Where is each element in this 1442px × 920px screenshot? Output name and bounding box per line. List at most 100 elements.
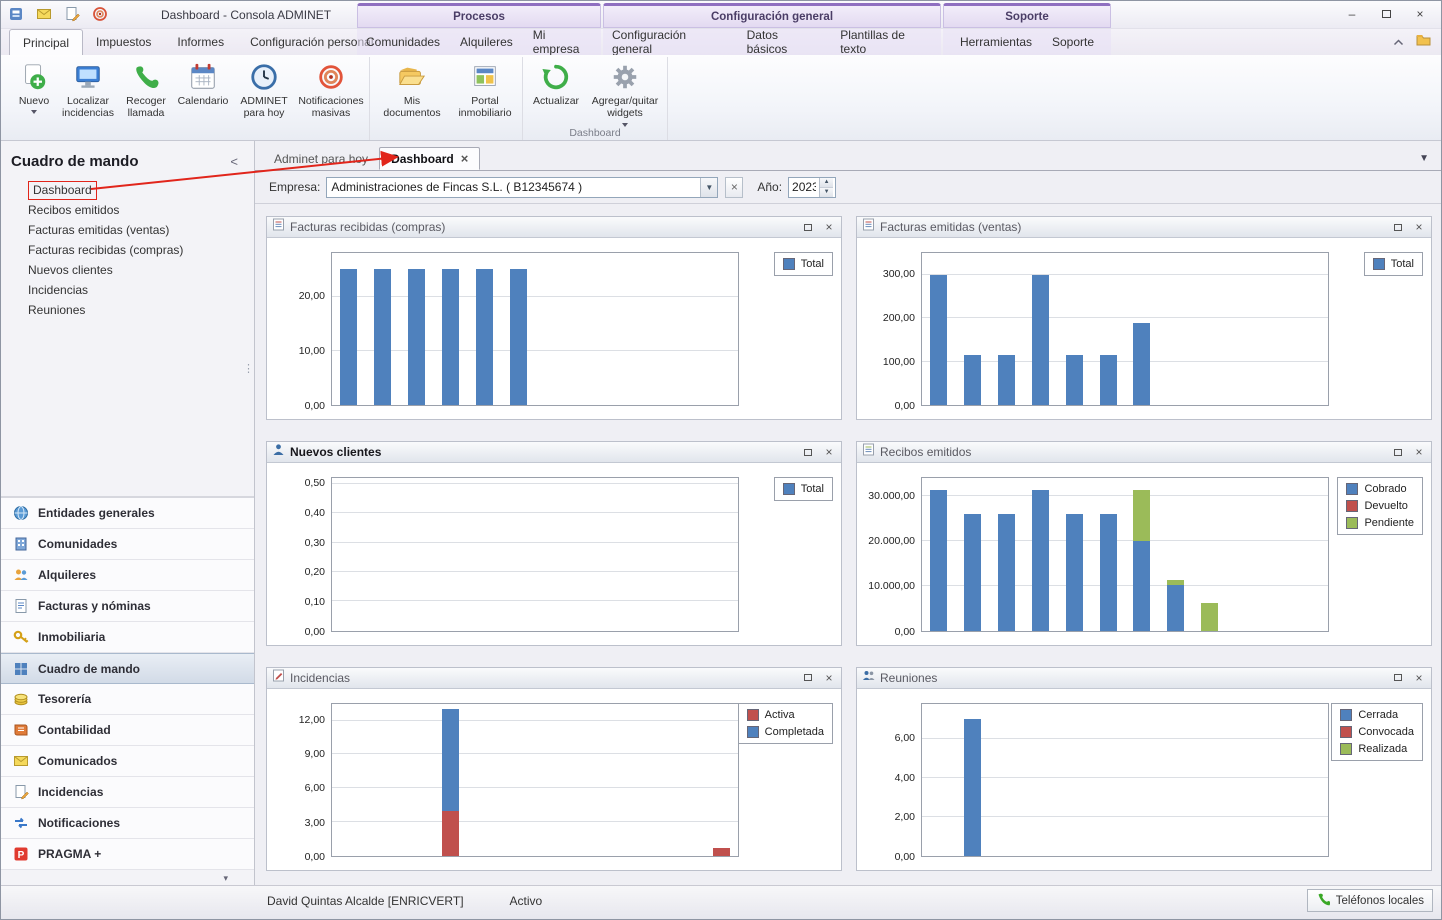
nav-item-entidades-generales[interactable]: Entidades generales xyxy=(1,498,254,529)
widget-header[interactable]: Incidencias × xyxy=(267,668,841,689)
close-widget-button[interactable]: × xyxy=(822,445,836,459)
maximize-widget-button[interactable] xyxy=(1391,445,1405,459)
close-widget-button[interactable]: × xyxy=(1412,671,1426,685)
calendar-icon xyxy=(188,62,218,92)
widget-header[interactable]: Nuevos clientes × xyxy=(267,442,841,463)
ribbon-tab-datos-basicos[interactable]: Datos básicos xyxy=(738,29,830,55)
nav-item-contabilidad[interactable]: Contabilidad xyxy=(1,715,254,746)
broadcast-icon[interactable] xyxy=(91,5,109,23)
minimize-button[interactable]: – xyxy=(1339,6,1365,22)
nav-item-comunicados[interactable]: Comunicados xyxy=(1,746,254,777)
svg-text:P: P xyxy=(18,850,25,861)
close-widget-button[interactable]: × xyxy=(1412,220,1426,234)
collapse-sidebar-button[interactable]: < xyxy=(230,154,246,169)
app-icon[interactable] xyxy=(7,5,25,23)
real-estate-portal-button[interactable]: Portal inmobiliario xyxy=(452,59,518,123)
close-tab-icon[interactable]: × xyxy=(461,152,469,165)
sidebar-item-recibos-emitidos[interactable]: Recibos emitidos xyxy=(28,200,254,220)
pickup-call-button[interactable]: Recoger llamada xyxy=(119,59,173,123)
ribbon-button-label: Calendario xyxy=(178,95,229,107)
collapse-ribbon-icon[interactable] xyxy=(1393,33,1404,51)
sidebar-item-incidencias[interactable]: Incidencias xyxy=(28,280,254,300)
empresa-clear-button[interactable]: × xyxy=(725,177,743,198)
new-button[interactable]: Nuevo xyxy=(11,59,57,120)
ribbon-tab-impuestos[interactable]: Impuestos xyxy=(83,29,164,55)
chart-bar xyxy=(964,355,981,405)
chart-bar xyxy=(408,269,425,405)
find-incidents-button[interactable]: Localizar incidencias xyxy=(59,59,117,123)
nav-item-facturas-y-nominas[interactable]: Facturas y nóminas xyxy=(1,591,254,622)
ribbon-button-label: Nuevo xyxy=(19,95,49,107)
ribbon-tab-soporte[interactable]: Soporte xyxy=(1043,29,1103,55)
close-widget-button[interactable]: × xyxy=(1412,445,1426,459)
widget-header[interactable]: Reuniones × xyxy=(857,668,1431,689)
local-phones-button[interactable]: Teléfonos locales xyxy=(1307,889,1433,912)
folder-shortcut-icon[interactable] xyxy=(1416,33,1431,51)
anio-spinner[interactable]: ▲▼ xyxy=(788,177,836,198)
maximize-widget-button[interactable] xyxy=(1391,220,1405,234)
ribbon-tab-configuracion-general[interactable]: Configuración general xyxy=(603,29,736,55)
nav-item-inmobiliaria[interactable]: Inmobiliaria xyxy=(1,622,254,653)
nav-item-comunidades[interactable]: Comunidades xyxy=(1,529,254,560)
maximize-widget-button[interactable] xyxy=(801,671,815,685)
close-widget-button[interactable]: × xyxy=(822,220,836,234)
ribbon-tab-principal[interactable]: Principal xyxy=(9,29,83,55)
mass-notifications-button[interactable]: Notificaciones masivas xyxy=(297,59,365,123)
chart-bar xyxy=(930,490,947,630)
widget-title: Nuevos clientes xyxy=(290,445,381,459)
widget-facturas-emitidas: Facturas emitidas (ventas) × 0,00100,002… xyxy=(856,216,1432,420)
chart-bar xyxy=(1133,541,1150,631)
mail-icon[interactable] xyxy=(35,5,53,23)
sidebar-item-reuniones[interactable]: Reuniones xyxy=(28,300,254,320)
nav-item-cuadro-de-mando[interactable]: Cuadro de mando xyxy=(1,653,254,684)
anio-input[interactable] xyxy=(789,178,819,197)
nav-item-notificaciones[interactable]: Notificaciones xyxy=(1,808,254,839)
splitter-handle[interactable]: ⋮ xyxy=(243,362,254,375)
calendar-button[interactable]: Calendario xyxy=(175,59,231,110)
close-button[interactable]: × xyxy=(1407,6,1433,22)
empresa-dropdown-icon[interactable]: ▼ xyxy=(700,178,717,197)
tab-adminet-para-hoy[interactable]: Adminet para hoy xyxy=(263,147,379,170)
sidebar-item-facturas-recibidas[interactable]: Facturas recibidas (compras) xyxy=(28,240,254,260)
ribbon-tab-alquileres[interactable]: Alquileres xyxy=(451,29,522,55)
empresa-input[interactable] xyxy=(327,178,700,197)
spin-down-icon[interactable]: ▼ xyxy=(820,188,833,197)
edit-icon[interactable] xyxy=(63,5,81,23)
restore-button[interactable] xyxy=(1373,6,1399,22)
maximize-widget-button[interactable] xyxy=(1391,671,1405,685)
ribbon-tab-comunidades[interactable]: Comunidades xyxy=(357,29,449,55)
widget-recibos-emitidos: Recibos emitidos × 0,0010.000,0020.000,0… xyxy=(856,441,1432,645)
refresh-button[interactable]: Actualizar xyxy=(527,59,585,110)
nav-item-alquileres[interactable]: Alquileres xyxy=(1,560,254,591)
add-remove-widgets-button[interactable]: Agregar/quitar widgets xyxy=(587,59,663,133)
widget-header[interactable]: Recibos emitidos × xyxy=(857,442,1431,463)
nav-item-incidencias[interactable]: Incidencias xyxy=(1,777,254,808)
tab-dashboard[interactable]: Dashboard × xyxy=(379,147,480,170)
my-documents-button[interactable]: Mis documentos xyxy=(374,59,450,123)
close-widget-button[interactable]: × xyxy=(822,671,836,685)
empresa-combobox[interactable]: ▼ xyxy=(326,177,718,198)
sidebar-item-nuevos-clientes[interactable]: Nuevos clientes xyxy=(28,260,254,280)
widget-header[interactable]: Facturas emitidas (ventas) × xyxy=(857,217,1431,238)
maximize-widget-button[interactable] xyxy=(801,445,815,459)
ribbon-tab-herramientas[interactable]: Herramientas xyxy=(951,29,1041,55)
sidebar-item-dashboard[interactable]: Dashboard xyxy=(28,180,254,200)
legend-item: Realizada xyxy=(1340,743,1414,755)
chart-bar xyxy=(1032,490,1049,630)
ribbon-tab-plantillas-de-texto[interactable]: Plantillas de texto xyxy=(831,29,941,55)
nav-item-pragma[interactable]: P PRAGMA + xyxy=(1,839,254,870)
adminet-today-button[interactable]: ADMINET para hoy xyxy=(233,59,295,123)
spin-up-icon[interactable]: ▲ xyxy=(820,178,833,188)
nav-item-tesoreria[interactable]: Tesorería xyxy=(1,684,254,715)
legend-item: Pendiente xyxy=(1346,517,1414,529)
chart-bar xyxy=(476,269,493,405)
collapse-nav-icon[interactable]: ▾ xyxy=(223,873,228,884)
ribbon-tab-mi-empresa[interactable]: Mi empresa xyxy=(524,29,601,55)
ribbon-group-documents: Mis documentos Portal inmobiliario xyxy=(370,57,523,140)
ribbon-tab-informes[interactable]: Informes xyxy=(164,29,237,55)
broadcast-icon xyxy=(316,62,346,92)
tab-list-dropdown-icon[interactable]: ▼ xyxy=(1419,153,1429,164)
sidebar-item-facturas-emitidas[interactable]: Facturas emitidas (ventas) xyxy=(28,220,254,240)
widget-header[interactable]: Facturas recibidas (compras) × xyxy=(267,217,841,238)
maximize-widget-button[interactable] xyxy=(801,220,815,234)
